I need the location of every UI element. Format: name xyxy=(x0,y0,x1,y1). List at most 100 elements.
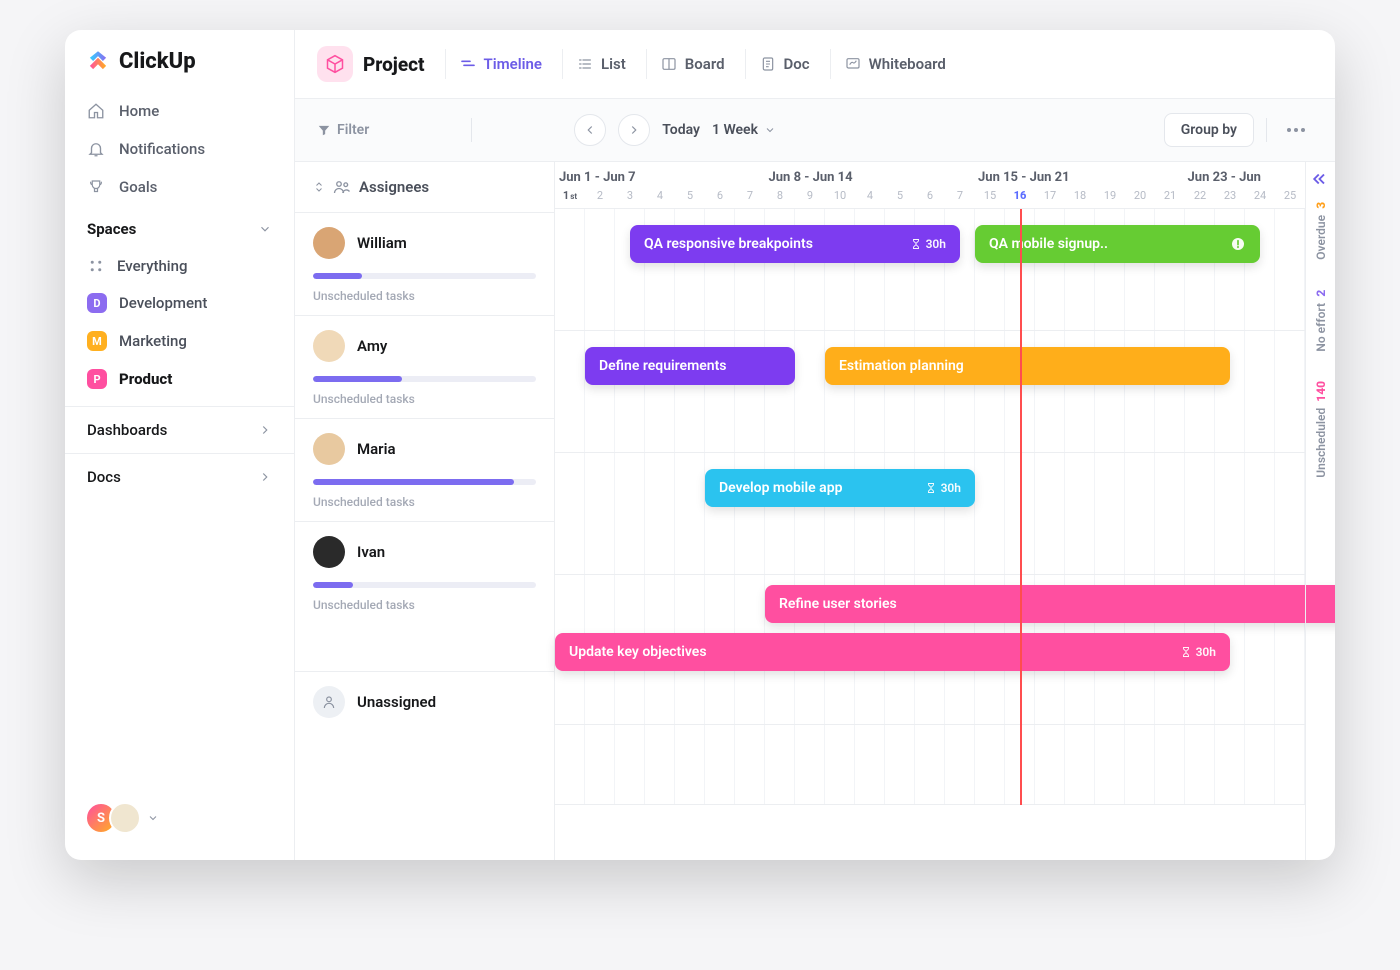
task-bar[interactable]: QA mobile signup.. xyxy=(975,225,1260,263)
unscheduled-label: Unscheduled tasks xyxy=(313,392,536,406)
rail-label: Unscheduled xyxy=(1314,408,1328,478)
tab-label: Whiteboard xyxy=(869,55,946,73)
nav-goals[interactable]: Goals xyxy=(65,168,294,206)
day-label: 17 xyxy=(1035,189,1065,208)
space-item[interactable]: P Product xyxy=(65,360,294,398)
task-hours: 30h xyxy=(925,481,961,495)
day-label: 6 xyxy=(705,189,735,208)
nav-dashboards[interactable]: Dashboards xyxy=(65,406,294,453)
space-everything-label: Everything xyxy=(117,257,187,275)
nav-notifications[interactable]: Notifications xyxy=(65,130,294,168)
assignee-header[interactable]: Assignees xyxy=(295,162,554,213)
today-button[interactable]: Today xyxy=(662,122,700,138)
rail-unscheduled[interactable]: Unscheduled 140 xyxy=(1314,381,1328,478)
day-label: 5 xyxy=(675,189,705,208)
spaces-header-label: Spaces xyxy=(87,220,136,238)
task-bar[interactable]: Update key objectives30h xyxy=(555,633,1230,671)
filter-button[interactable]: Filter xyxy=(317,122,369,138)
main: Project Timeline List Board Doc xyxy=(295,30,1335,860)
task-label: Refine user stories xyxy=(779,596,897,612)
rail-overdue[interactable]: Overdue3 xyxy=(1314,202,1328,260)
tab-label: List xyxy=(601,55,626,73)
rail-count: 2 xyxy=(1314,290,1328,297)
assignee-row[interactable]: William Unscheduled tasks xyxy=(295,213,554,316)
more-button[interactable] xyxy=(1279,128,1313,132)
groupby-button[interactable]: Group by xyxy=(1164,113,1254,147)
tab-label: Board xyxy=(685,55,725,73)
day-label: 7 xyxy=(735,189,765,208)
assignee-name: William xyxy=(357,234,407,252)
unassigned-row[interactable]: Unassigned xyxy=(295,672,554,730)
spaces-header[interactable]: Spaces xyxy=(65,206,294,248)
space-label: Development xyxy=(119,294,207,312)
nav-home[interactable]: Home xyxy=(65,92,294,130)
day-label: 5 xyxy=(885,189,915,208)
task-label: Update key objectives xyxy=(569,644,707,660)
task-label: Estimation planning xyxy=(839,358,964,374)
people-icon xyxy=(333,178,351,196)
day-label: 4 xyxy=(645,189,675,208)
filter-icon xyxy=(317,123,331,137)
tab-list[interactable]: List xyxy=(562,49,640,79)
grid-icon xyxy=(87,257,105,275)
sort-icon xyxy=(313,180,325,194)
space-item[interactable]: D Development xyxy=(65,284,294,322)
task-bar[interactable]: Estimation planning xyxy=(825,347,1230,385)
progress-bar xyxy=(313,273,536,279)
assignee-row[interactable]: Maria Unscheduled tasks xyxy=(295,419,554,522)
divider xyxy=(471,118,472,142)
tab-whiteboard[interactable]: Whiteboard xyxy=(830,49,960,79)
tab-doc[interactable]: Doc xyxy=(745,49,824,79)
unscheduled-label: Unscheduled tasks xyxy=(313,598,536,612)
nav-home-label: Home xyxy=(119,102,159,120)
collapse-icon[interactable] xyxy=(1309,170,1327,188)
space-label: Marketing xyxy=(119,332,187,350)
day-label: 8 xyxy=(765,189,795,208)
task-label: Define requirements xyxy=(599,358,727,374)
tab-timeline[interactable]: Timeline xyxy=(445,49,556,79)
rail-noeffort[interactable]: No effort 2 xyxy=(1314,290,1328,352)
project-chip[interactable]: Project xyxy=(317,46,425,82)
nav-dashboards-label: Dashboards xyxy=(87,421,167,439)
prev-button[interactable] xyxy=(574,114,606,146)
task-bar[interactable]: Define requirements xyxy=(585,347,795,385)
day-label: 9 xyxy=(795,189,825,208)
next-button[interactable] xyxy=(618,114,650,146)
week-label: Jun 1 - Jun 7 xyxy=(555,162,765,189)
nav-docs[interactable]: Docs xyxy=(65,453,294,500)
bell-icon xyxy=(87,140,105,158)
assignee-name: Amy xyxy=(357,337,387,355)
task-bar[interactable]: Develop mobile app 30h xyxy=(705,469,975,507)
chevron-down-icon[interactable] xyxy=(147,812,159,824)
hourglass-icon xyxy=(1180,646,1192,658)
trophy-icon xyxy=(87,178,105,196)
assignee-row[interactable]: Amy Unscheduled tasks xyxy=(295,316,554,419)
toolbar: Filter Today 1 Week Group by xyxy=(295,99,1335,162)
sidebar: ClickUp Home Notifications Goals Spaces … xyxy=(65,30,295,860)
task-bar[interactable]: QA responsive breakpoints30h xyxy=(630,225,960,263)
timeline-grid[interactable]: Jun 1 - Jun 7Jun 8 - Jun 14Jun 15 - Jun … xyxy=(555,162,1305,860)
tab-board[interactable]: Board xyxy=(646,49,739,79)
brand-logo[interactable]: ClickUp xyxy=(65,48,294,92)
range-label: 1 Week xyxy=(712,122,758,138)
assignee-row[interactable]: Ivan Unscheduled tasks xyxy=(295,522,554,672)
rail-count: 140 xyxy=(1314,381,1328,402)
task-bar[interactable]: Refine user stories xyxy=(765,585,1335,623)
day-label: 20 xyxy=(1125,189,1155,208)
user-avatars[interactable]: S xyxy=(85,802,141,834)
nav-notifications-label: Notifications xyxy=(119,140,205,158)
task-label: Develop mobile app xyxy=(719,480,842,496)
chevron-right-icon xyxy=(258,423,272,437)
range-button[interactable]: 1 Week xyxy=(712,122,776,138)
alert-icon xyxy=(1230,236,1246,252)
space-everything[interactable]: Everything xyxy=(65,248,294,284)
project-name: Project xyxy=(363,53,425,76)
date-header: Jun 1 - Jun 7Jun 8 - Jun 14Jun 15 - Jun … xyxy=(555,162,1305,209)
progress-bar xyxy=(313,376,536,382)
task-hours: 30h xyxy=(910,237,946,251)
grid-row xyxy=(555,725,1305,805)
space-item[interactable]: M Marketing xyxy=(65,322,294,360)
rail-label: No effort xyxy=(1314,303,1328,352)
space-label: Product xyxy=(119,370,172,388)
filter-label: Filter xyxy=(337,122,369,138)
